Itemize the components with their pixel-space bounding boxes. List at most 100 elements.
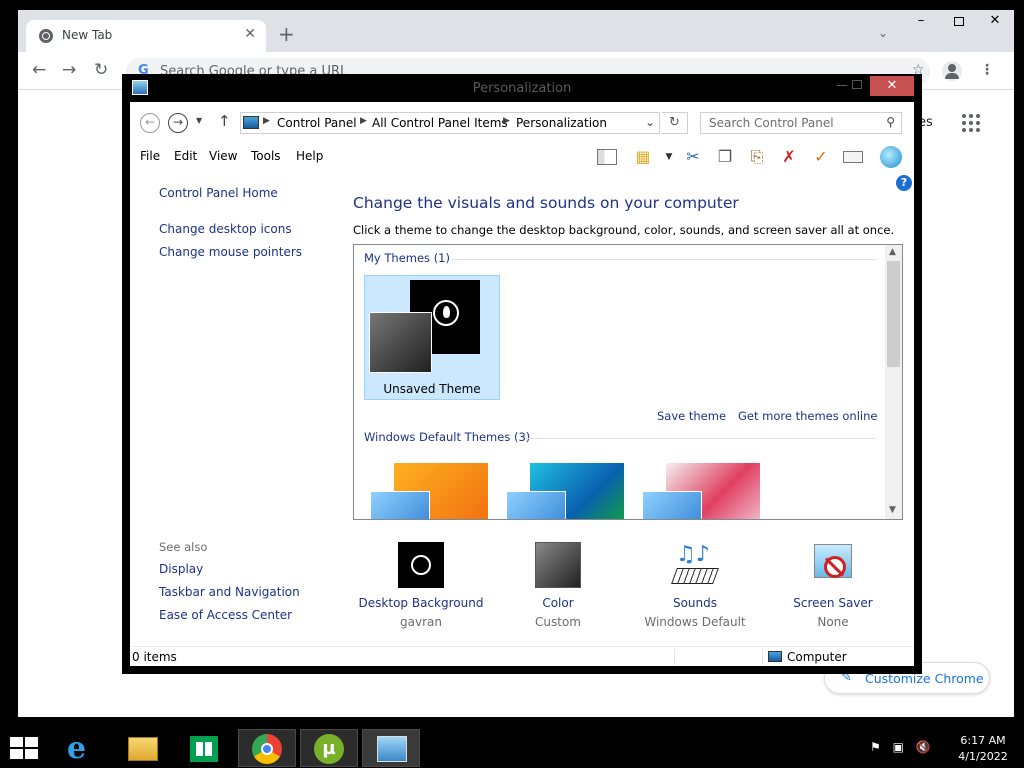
color-item[interactable]: Color Custom <box>483 542 633 629</box>
desktop-background-item[interactable]: Desktop Background gavran <box>346 542 496 629</box>
see-also-taskbar-navigation[interactable]: Taskbar and Navigation <box>159 585 300 599</box>
personalization-window: Personalization — ✕ ← → ▼ ↑ ▶ Control Pa… <box>122 74 922 674</box>
file-explorer-icon <box>128 737 158 761</box>
forward-button[interactable]: → <box>168 113 188 133</box>
utorrent-icon: µ <box>314 734 344 764</box>
clock-time: 6:17 AM <box>960 734 1006 747</box>
delete-icon[interactable]: ✗ <box>778 146 800 168</box>
chrome-close-button[interactable]: ✕ <box>976 10 1014 34</box>
scrollbar-thumb[interactable] <box>887 261 900 367</box>
see-also-display[interactable]: Display <box>159 562 203 576</box>
desktop-background-link[interactable]: Desktop Background <box>346 596 496 610</box>
chrome-profile-avatar[interactable] <box>942 61 962 81</box>
my-themes-title: My Themes (1) <box>364 251 450 265</box>
chrome-maximize-button[interactable] <box>940 10 978 34</box>
clock-date: 4/1/2022 <box>958 750 1008 763</box>
scroll-up-icon[interactable]: ▲ <box>889 247 896 257</box>
window-title: Personalization <box>472 81 572 96</box>
chrome-back-icon[interactable]: ← <box>32 60 46 80</box>
theme-color-preview <box>369 312 432 373</box>
globe-icon[interactable] <box>880 146 902 168</box>
folder-options-icon[interactable]: ▦ <box>632 146 654 168</box>
theme-tile-unsaved[interactable]: Unsaved Theme <box>364 275 500 400</box>
taskbar-clock[interactable]: 6:17 AM 4/1/2022 <box>956 733 1010 765</box>
breadcrumb-separator-icon[interactable]: ▶ <box>503 116 510 126</box>
start-button[interactable] <box>10 737 38 759</box>
back-button[interactable]: ← <box>140 113 160 133</box>
theme-tile-flowers[interactable] <box>638 455 760 519</box>
theme-tile-lines-and-colors[interactable] <box>502 455 624 519</box>
control-panel-icon <box>243 116 259 129</box>
breadcrumb-personalization[interactable]: Personalization <box>516 116 607 130</box>
menu-tools[interactable]: Tools <box>251 149 281 163</box>
chrome-tab-close-icon[interactable]: ✕ <box>244 26 256 42</box>
breadcrumb-separator-icon[interactable]: ▶ <box>360 116 367 126</box>
menu-view[interactable]: View <box>209 149 237 163</box>
chrome-tab-search-icon[interactable]: ⌄ <box>878 26 888 40</box>
taskbar-chrome[interactable] <box>238 729 296 767</box>
breadcrumb-all-items[interactable]: All Control Panel Items <box>372 116 508 130</box>
sounds-item[interactable]: ♫♪ Sounds Windows Default <box>620 542 770 629</box>
taskbar-utorrent[interactable]: µ <box>300 729 358 767</box>
color-link[interactable]: Color <box>483 596 633 610</box>
theme-tile-windows[interactable] <box>366 455 488 519</box>
address-dropdown-chevron-icon[interactable]: ⌄ <box>645 115 655 129</box>
screen-saver-item[interactable]: Screen Saver None <box>758 542 908 629</box>
chrome-minimize-button[interactable]: – <box>902 10 940 34</box>
personalization-client-area: ← → ▼ ↑ ▶ Control Panel ▶ All Control Pa… <box>130 102 914 666</box>
chrome-forward-icon[interactable]: → <box>62 60 76 80</box>
action-center-flag-icon[interactable]: ⚑ <box>870 740 881 754</box>
network-icon[interactable]: ▣ <box>893 740 904 754</box>
chrome-tab-new-tab[interactable]: New Tab ✕ <box>26 20 266 52</box>
sidebar-control-panel-home[interactable]: Control Panel Home <box>159 186 278 200</box>
store-windows-logo-icon <box>196 742 212 756</box>
refresh-button[interactable]: ↻ <box>662 112 688 134</box>
recent-locations-chevron-icon[interactable]: ▼ <box>196 116 202 125</box>
see-also-heading: See also <box>159 540 208 554</box>
chrome-reload-icon[interactable]: ↻ <box>94 60 108 80</box>
sounds-link[interactable]: Sounds <box>620 596 770 610</box>
chrome-favicon-icon <box>39 29 53 43</box>
breadcrumb-separator-icon[interactable]: ▶ <box>263 116 270 126</box>
get-more-themes-link[interactable]: Get more themes online <box>738 409 877 423</box>
themes-scrollbar[interactable]: ▲ ▼ <box>885 245 902 519</box>
taskbar: e µ ⚑ ▣ 🔇 6:17 AM 4/1/2022 <box>0 728 1024 768</box>
chrome-new-tab-button[interactable]: + <box>278 24 295 44</box>
sidebar-change-mouse-pointers[interactable]: Change mouse pointers <box>159 245 302 259</box>
menu-help[interactable]: Help <box>296 149 323 163</box>
scroll-down-icon[interactable]: ▼ <box>889 505 896 515</box>
sounds-value: Windows Default <box>644 615 746 629</box>
screen-saver-link[interactable]: Screen Saver <box>758 596 908 610</box>
layout-pane-icon[interactable] <box>596 146 618 168</box>
save-theme-link[interactable]: Save theme <box>657 409 726 423</box>
window-maximize-button[interactable] <box>852 80 862 89</box>
taskbar-store[interactable] <box>176 729 234 767</box>
search-control-panel-input[interactable]: Search Control Panel ⚲ <box>700 112 902 134</box>
chrome-apps-grid-icon[interactable] <box>962 114 980 132</box>
taskbar-control-panel[interactable] <box>362 729 420 767</box>
window-close-button[interactable]: ✕ <box>870 76 914 96</box>
address-bar[interactable]: ▶ Control Panel ▶ All Control Panel Item… <box>240 112 660 134</box>
menu-edit[interactable]: Edit <box>174 149 197 163</box>
sidebar-change-desktop-icons[interactable]: Change desktop icons <box>159 222 292 236</box>
chrome-menu-icon[interactable]: ⋮ <box>980 62 994 78</box>
taskbar-internet-explorer[interactable]: e <box>54 729 112 767</box>
up-arrow-icon[interactable]: ↑ <box>218 112 231 130</box>
rename-icon[interactable] <box>842 146 864 168</box>
window-titlebar[interactable]: Personalization — ✕ <box>122 74 922 102</box>
window-minimize-button[interactable]: — <box>836 78 848 92</box>
see-also-ease-of-access[interactable]: Ease of Access Center <box>159 608 292 622</box>
help-icon[interactable]: ? <box>896 175 912 191</box>
folder-options-chevron-icon[interactable]: ▼ <box>658 146 680 168</box>
internet-explorer-icon: e <box>67 731 87 766</box>
menu-file[interactable]: File <box>140 149 160 163</box>
paste-icon[interactable]: ⎘ <box>746 146 768 168</box>
volume-muted-icon[interactable]: 🔇 <box>916 740 931 754</box>
search-icon[interactable]: ⚲ <box>886 115 895 129</box>
copy-icon[interactable]: ❐ <box>714 146 736 168</box>
breadcrumb-control-panel[interactable]: Control Panel <box>277 116 357 130</box>
taskbar-file-explorer[interactable] <box>114 729 172 767</box>
properties-check-icon[interactable]: ✓ <box>810 146 832 168</box>
screen-saver-value: None <box>817 615 849 629</box>
cut-icon[interactable]: ✂ <box>682 146 704 168</box>
